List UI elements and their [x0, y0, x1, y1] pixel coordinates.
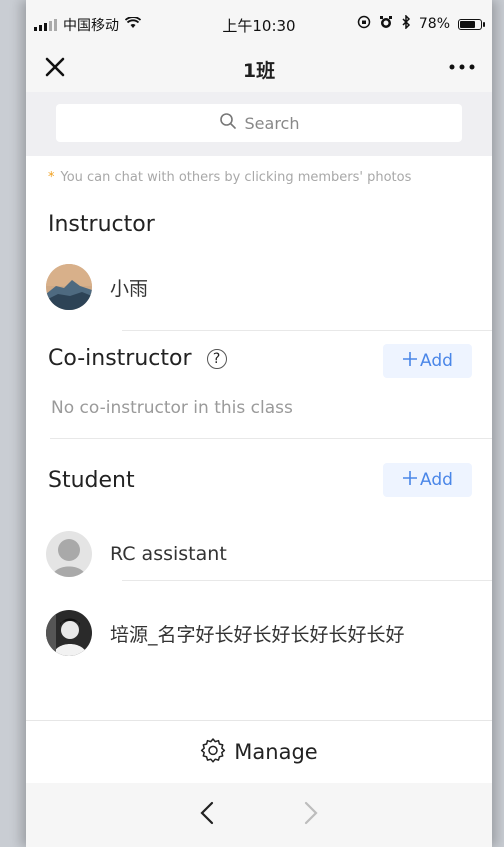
battery-level [460, 20, 475, 28]
page-title: 1班 [242, 60, 276, 82]
back-chevron-icon[interactable] [200, 801, 214, 829]
manage-button[interactable]: Manage [26, 720, 492, 783]
instructor-avatar[interactable] [46, 264, 92, 310]
phone-screen: 中国移动 上午10:30 78% 1班 Search * You can cha… [26, 0, 492, 847]
plus-icon [402, 470, 418, 491]
manage-label: Manage [234, 740, 318, 764]
gear-icon [200, 737, 226, 768]
chat-hint: * You can chat with others by clicking me… [26, 156, 492, 194]
co-instructor-title-text: Co-instructor [48, 346, 192, 371]
search-area: Search [26, 92, 492, 156]
status-right: 78% [357, 14, 485, 33]
add-student-button[interactable]: Add [383, 463, 472, 497]
search-icon [219, 112, 237, 134]
search-placeholder: Search [244, 113, 300, 133]
add-co-instructor-button[interactable]: Add [383, 344, 472, 378]
hint-star: * [48, 170, 55, 185]
more-icon[interactable] [448, 55, 476, 83]
co-instructor-section-title: Co-instructor ? Add [26, 316, 492, 386]
student-avatar-default[interactable] [46, 531, 92, 577]
forward-chevron-icon[interactable] [304, 801, 318, 829]
student-member[interactable]: RC assistant [26, 508, 492, 592]
hint-text: You can chat with others by clicking mem… [60, 170, 412, 185]
member-name: RC assistant [110, 543, 227, 565]
alarm-icon [379, 15, 393, 33]
member-name: 培源_名字好长好长好长好长好长好 [110, 623, 405, 646]
student-section-title: Student Add [26, 438, 492, 508]
search-input[interactable]: Search [56, 104, 462, 142]
member-name: 小雨 [110, 277, 149, 300]
add-label: Add [420, 351, 453, 371]
student-title-text: Student [48, 468, 135, 493]
student-member[interactable]: 培源_名字好长好长好长好长好长好 [26, 592, 492, 668]
instructor-title-text: Instructor [48, 212, 155, 237]
co-instructor-empty-text: No co-instructor in this class [26, 386, 492, 439]
nav-bar: 1班 [26, 46, 492, 92]
add-label: Add [420, 470, 453, 490]
empty-text: No co-instructor in this class [51, 398, 293, 418]
browser-nav-bar [26, 783, 492, 847]
divider [122, 580, 492, 581]
bluetooth-icon [401, 14, 411, 33]
plus-icon [402, 351, 418, 372]
battery-icon [458, 18, 485, 30]
instructor-section-title: Instructor [26, 194, 492, 242]
instructor-member[interactable]: 小雨 [26, 242, 492, 331]
help-icon[interactable]: ? [206, 349, 227, 369]
status-bar: 中国移动 上午10:30 78% [26, 0, 492, 46]
orientation-lock-icon [357, 15, 371, 33]
battery-percent: 78% [418, 16, 450, 32]
student-avatar-photo[interactable] [46, 610, 92, 656]
